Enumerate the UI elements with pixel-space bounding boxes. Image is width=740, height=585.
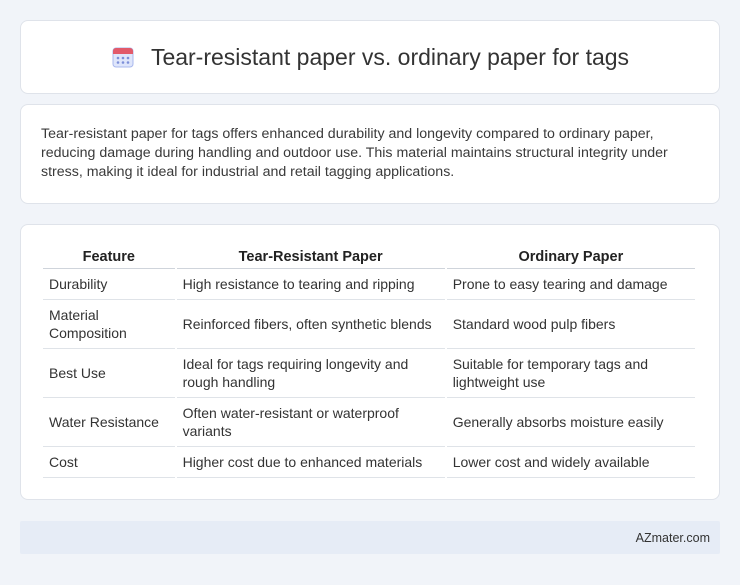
intro-card: Tear-resistant paper for tags offers enh… [20,104,720,204]
column-header-tear-resistant: Tear-Resistant Paper [176,245,445,269]
title-card: Tear-resistant paper vs. ordinary paper … [20,20,720,94]
cell-feature: Durability [43,269,175,300]
table-row: Durability High resistance to tearing an… [43,269,695,300]
footer-bar: AZmater.com [20,521,720,554]
cell-ordinary: Prone to easy tearing and damage [446,269,695,300]
cell-feature: Cost [43,447,175,478]
cell-feature: Material Composition [43,300,175,349]
comparison-table: Feature Tear-Resistant Paper Ordinary Pa… [41,245,697,478]
table-row: Material Composition Reinforced fibers, … [43,300,695,349]
footer-brand[interactable]: AZmater.com [636,531,710,545]
cell-ordinary: Generally absorbs moisture easily [446,398,695,447]
intro-paragraph: Tear-resistant paper for tags offers enh… [41,126,668,180]
page-title: Tear-resistant paper vs. ordinary paper … [150,43,630,70]
cell-feature: Best Use [43,349,175,398]
table-row: Best Use Ideal for tags requiring longev… [43,349,695,398]
cell-tear-resistant: High resistance to tearing and ripping [176,269,445,300]
table-row: Cost Higher cost due to enhanced materia… [43,447,695,478]
cell-feature: Water Resistance [43,398,175,447]
cell-tear-resistant: Reinforced fibers, often synthetic blend… [176,300,445,349]
calendar-icon [111,45,135,69]
cell-ordinary: Suitable for temporary tags and lightwei… [446,349,695,398]
cell-ordinary: Standard wood pulp fibers [446,300,695,349]
cell-tear-resistant: Ideal for tags requiring longevity and r… [176,349,445,398]
column-header-ordinary: Ordinary Paper [446,245,695,269]
table-card: Feature Tear-Resistant Paper Ordinary Pa… [20,224,720,500]
title-wrap: Tear-resistant paper vs. ordinary paper … [111,44,629,71]
table-header-row: Feature Tear-Resistant Paper Ordinary Pa… [43,245,695,269]
cell-ordinary: Lower cost and widely available [446,447,695,478]
column-header-feature: Feature [43,245,175,269]
cell-tear-resistant: Higher cost due to enhanced materials [176,447,445,478]
table-row: Water Resistance Often water-resistant o… [43,398,695,447]
cell-tear-resistant: Often water-resistant or waterproof vari… [176,398,445,447]
